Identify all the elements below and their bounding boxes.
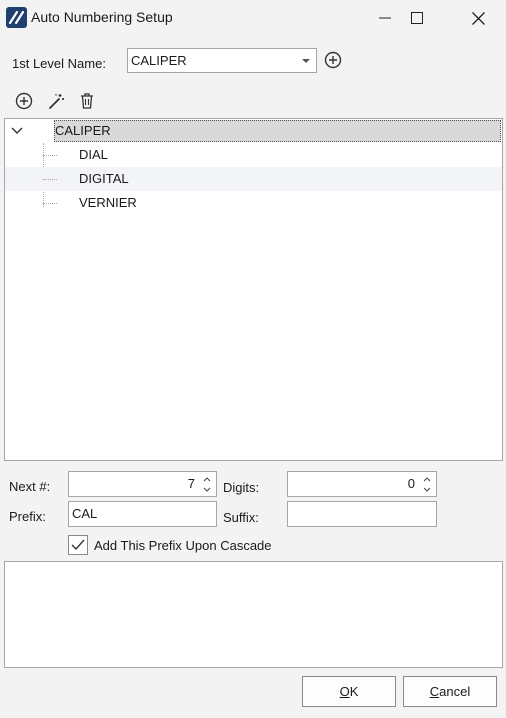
trash-icon — [81, 93, 93, 109]
spin-up-icon[interactable] — [421, 474, 433, 484]
tree-row-child[interactable]: VERNIER — [5, 191, 502, 215]
chevron-down-icon — [11, 127, 23, 134]
tree-node-label: VERNIER — [79, 195, 137, 210]
ok-mnemonic: O — [339, 684, 350, 699]
app-logo-icon — [6, 7, 27, 28]
minimize-icon — [379, 17, 391, 19]
selection-highlight — [54, 120, 501, 142]
prefix-value: CAL — [72, 506, 98, 521]
cancel-label: ancel — [439, 684, 471, 699]
ok-button[interactable]: OK — [302, 676, 396, 707]
next-number-label: Next #: — [9, 479, 51, 494]
level-name-label: 1st Level Name: — [12, 56, 106, 71]
add-level-button[interactable] — [322, 49, 344, 71]
ok-label: K — [349, 684, 359, 699]
close-icon — [471, 11, 485, 25]
next-number-stepper[interactable]: 7 — [68, 471, 217, 497]
magic-wand-icon — [49, 94, 64, 109]
tree-node-label: DIAL — [79, 147, 108, 162]
prefix-label: Prefix: — [9, 509, 46, 524]
add-circle-icon — [324, 51, 342, 69]
tree-node-label: CALIPER — [55, 123, 111, 138]
suffix-input[interactable] — [287, 501, 437, 527]
tree-node-label: DIGITAL — [79, 171, 129, 186]
level-name-dropdown[interactable]: CALIPER — [127, 48, 317, 73]
window-title: Auto Numbering Setup — [31, 9, 173, 25]
add-node-button[interactable] — [13, 90, 35, 112]
prefix-input[interactable]: CAL — [68, 501, 217, 527]
cascade-prefix-checkbox[interactable] — [68, 535, 88, 555]
numbering-tree[interactable]: CALIPER DIAL DIGITAL VERNIER — [4, 118, 503, 461]
spin-up-icon[interactable] — [201, 474, 213, 484]
cascade-prefix-label: Add This Prefix Upon Cascade — [94, 538, 272, 553]
magic-wand-button[interactable] — [45, 90, 67, 112]
tree-row-child[interactable]: DIGITAL — [5, 167, 502, 191]
maximize-icon — [411, 12, 423, 24]
tree-connector — [43, 179, 57, 180]
cancel-button[interactable]: Cancel — [403, 676, 497, 707]
suffix-label: Suffix: — [223, 510, 259, 525]
tree-row-child[interactable]: DIAL — [5, 143, 502, 167]
digits-value: 0 — [407, 476, 415, 491]
tree-row-root[interactable]: CALIPER — [5, 119, 502, 143]
digits-stepper[interactable]: 0 — [287, 471, 437, 497]
cancel-mnemonic: C — [429, 684, 440, 699]
delete-node-button[interactable] — [76, 90, 98, 112]
add-circle-icon — [15, 92, 33, 110]
level-name-value: CALIPER — [131, 53, 187, 68]
chevron-down-icon — [302, 59, 310, 63]
checkmark-icon — [71, 539, 85, 551]
next-number-value: 7 — [187, 476, 195, 491]
description-area[interactable] — [4, 561, 503, 668]
digits-label: Digits: — [223, 480, 260, 495]
tree-connector — [43, 203, 57, 204]
close-button[interactable] — [455, 0, 501, 36]
spin-down-icon[interactable] — [201, 484, 213, 494]
spin-down-icon[interactable] — [421, 484, 433, 494]
maximize-button[interactable] — [394, 0, 440, 36]
